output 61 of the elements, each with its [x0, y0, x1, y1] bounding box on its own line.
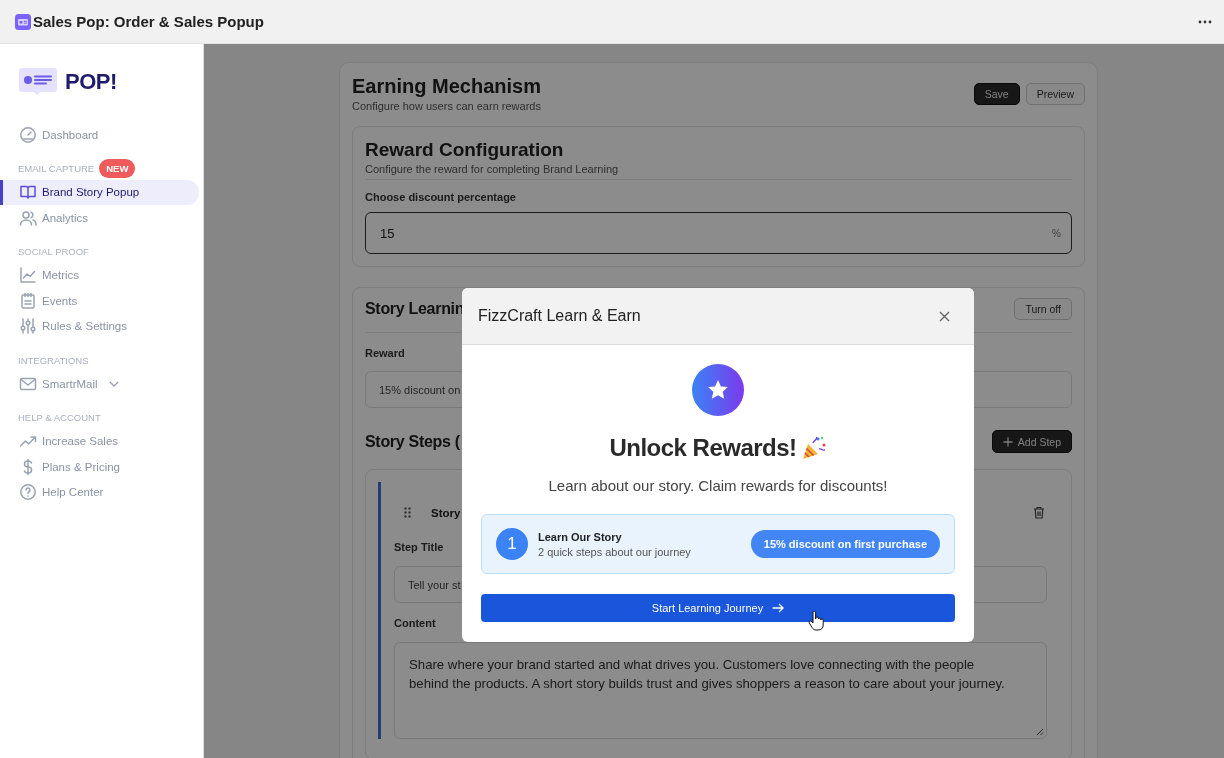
step-number: 1	[496, 528, 528, 560]
app-title: Sales Pop: Order & Sales Popup	[33, 13, 265, 30]
section-heading: INTEGRATIONS	[18, 354, 89, 366]
logo-icon	[19, 68, 57, 96]
nav-item[interactable]: Metrics	[0, 262, 199, 288]
add-step-button[interactable]: Add Step	[991, 430, 1072, 453]
section-title: Reward Configuration	[365, 139, 565, 161]
discount-pill: 15% discount on first purchase	[750, 530, 940, 558]
book-icon	[19, 183, 37, 202]
line-chart-icon	[19, 266, 37, 285]
section-heading: EMAIL CAPTURE	[18, 163, 95, 174]
gauge-icon	[19, 125, 37, 144]
steps-title: Story Steps (	[365, 432, 460, 451]
arrow-right-icon	[772, 603, 785, 613]
offer-subtitle: 2 quick steps about our journey	[538, 545, 692, 558]
turn-off-button[interactable]: Turn off	[1014, 298, 1072, 320]
close-icon	[939, 310, 950, 322]
modal-subtitle: Learn about our story. Claim rewards for discounts!	[548, 477, 888, 494]
nav-item[interactable]: Events	[0, 288, 199, 314]
drag-handle-icon	[404, 507, 411, 518]
section-subtitle: Configure the reward for completing Brand Learning	[365, 163, 1072, 180]
nav-item[interactable]: Dashboard	[0, 122, 199, 148]
content-textarea[interactable]: Share where your brand started and what drives you. Customers love connecting with the people behind the products. A short story builds trust and gives shoppers a reason to care about your journey.	[394, 642, 1047, 739]
percent-suffix: %	[1052, 227, 1061, 239]
start-journey-button[interactable]: Start Learning Journey	[481, 594, 955, 622]
nav-item[interactable]: Rules & Settings	[0, 313, 199, 339]
nav-item[interactable]: Help Center	[0, 479, 199, 505]
calendar-icon	[19, 291, 37, 310]
nav-item[interactable]: Increase Sales	[0, 428, 199, 454]
hand-cursor-icon	[808, 611, 824, 631]
modal-title: FizzCraft Learn & Earn	[478, 307, 641, 325]
logo-text: POP!	[65, 69, 117, 95]
trash-icon	[1033, 506, 1045, 519]
preview-button[interactable]: Preview	[1025, 83, 1085, 105]
section-heading: SOCIAL PROOF	[18, 246, 89, 257]
nav-item[interactable]: Brand Story Popup	[0, 179, 199, 205]
field-label: Content	[394, 617, 436, 629]
sliders-icon	[19, 317, 37, 336]
field-label: Choose discount percentage	[365, 191, 516, 203]
new-badge: NEW	[99, 159, 136, 178]
page-title: Earning Mechanism	[352, 75, 541, 98]
users-icon	[19, 208, 37, 227]
field-label: Reward	[365, 347, 405, 359]
nav-item[interactable]: SmartrMail	[0, 371, 199, 397]
help-icon	[19, 483, 37, 502]
save-button[interactable]: Save	[973, 83, 1020, 105]
party-popper-icon	[800, 435, 827, 461]
page-subtitle: Configure how users can earn rewards	[352, 100, 541, 112]
resize-handle-icon	[1036, 728, 1044, 736]
step-title: Story	[431, 506, 461, 519]
nav-item[interactable]: Plans & Pricing	[0, 454, 199, 480]
app-icon	[15, 13, 31, 30]
offer-title: Learn Our Story	[538, 530, 623, 543]
discount-field[interactable]: 15 %	[365, 212, 1072, 254]
plus-icon	[1002, 436, 1013, 447]
nav-item[interactable]: Analytics	[0, 205, 199, 231]
more-icon	[1198, 19, 1212, 24]
star-badge-icon	[692, 364, 744, 416]
section-heading: HELP & ACCOUNT	[18, 412, 101, 423]
modal-heading: Unlock Rewards!	[609, 434, 797, 462]
field-label: Step Title	[394, 541, 444, 553]
